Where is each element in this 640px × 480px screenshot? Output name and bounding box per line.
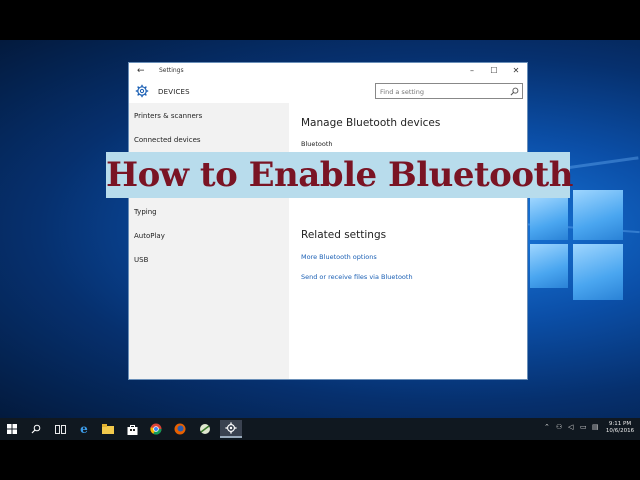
keyboard-icon[interactable]: ▭: [580, 423, 587, 431]
chevron-up-icon[interactable]: ⌃: [544, 423, 550, 431]
windows-logo-pane: [530, 244, 568, 288]
chrome-button[interactable]: [145, 420, 167, 438]
letterbox-bar: [0, 440, 640, 480]
gear-icon: [135, 84, 149, 98]
search-box[interactable]: [375, 83, 523, 99]
search-icon: [31, 424, 41, 434]
settings-window: ← Settings – ☐ ✕ DEVICES Printer: [128, 62, 528, 380]
main-content: Manage Bluetooth devices Bluetooth Relat…: [289, 103, 527, 379]
search-input[interactable]: [380, 86, 508, 97]
sidebar-item-typing[interactable]: Typing: [134, 208, 157, 216]
edge-button[interactable]: e: [73, 420, 95, 438]
search-button[interactable]: [25, 420, 47, 438]
store-icon: [127, 424, 137, 435]
sidebar: Printers & scanners Connected devices Ty…: [129, 103, 289, 379]
title-bar[interactable]: ← Settings – ☐ ✕: [129, 63, 527, 81]
settings-taskbar-button[interactable]: [220, 420, 242, 438]
file-explorer-button[interactable]: [97, 420, 119, 438]
app-icon: [200, 424, 210, 434]
firefox-button[interactable]: [169, 420, 191, 438]
volume-icon[interactable]: ◁: [568, 423, 573, 431]
file-explorer-icon: [102, 424, 114, 434]
store-button[interactable]: [121, 420, 143, 438]
taskbar: e ⌃ ⚇ ◁ ▭ ▤ 9:11 PM 10/6/2016: [0, 418, 640, 440]
bluetooth-label: Bluetooth: [301, 140, 333, 148]
page-title: DEVICES: [158, 88, 190, 96]
more-bluetooth-options-link[interactable]: More Bluetooth options: [301, 253, 377, 261]
banner-text: How to Enable Bluetooth: [106, 155, 573, 195]
settings-icon: [225, 422, 237, 434]
close-button[interactable]: ✕: [506, 64, 526, 78]
app-button[interactable]: [194, 420, 216, 438]
start-icon: [7, 424, 17, 434]
chrome-icon: [150, 423, 162, 435]
screen: ← Settings – ☐ ✕ DEVICES Printer: [0, 0, 640, 480]
maximize-button[interactable]: ☐: [484, 64, 504, 78]
task-view-icon: [54, 424, 66, 434]
send-receive-files-link[interactable]: Send or receive files via Bluetooth: [301, 273, 413, 281]
firefox-icon: [174, 423, 186, 435]
related-settings-heading: Related settings: [301, 229, 387, 241]
notification-icon[interactable]: ▤: [592, 423, 599, 431]
window-title: Settings: [159, 67, 184, 74]
sidebar-item-autoplay[interactable]: AutoPlay: [134, 232, 165, 240]
edge-icon: e: [80, 422, 88, 436]
minimize-button[interactable]: –: [462, 64, 482, 78]
back-arrow-icon[interactable]: ←: [137, 65, 145, 77]
sidebar-item-connected-devices[interactable]: Connected devices: [134, 136, 201, 144]
search-icon[interactable]: [510, 87, 519, 96]
clock-time: 9:11 PM: [608, 421, 632, 427]
windows-logo-pane: [573, 244, 623, 300]
section-heading: Manage Bluetooth devices: [301, 117, 441, 129]
title-banner: How to Enable Bluetooth: [106, 152, 573, 198]
clock[interactable]: 9:11 PM 10/6/2016: [603, 421, 637, 435]
task-view-button[interactable]: [49, 420, 71, 438]
windows-logo-pane: [573, 190, 623, 240]
network-icon[interactable]: ⚇: [556, 423, 562, 431]
start-button[interactable]: [1, 420, 23, 438]
clock-date: 10/6/2016: [605, 428, 635, 434]
windows-logo-pane: [530, 198, 568, 240]
sidebar-item-usb[interactable]: USB: [134, 256, 148, 264]
sidebar-item-printers[interactable]: Printers & scanners: [134, 112, 202, 120]
